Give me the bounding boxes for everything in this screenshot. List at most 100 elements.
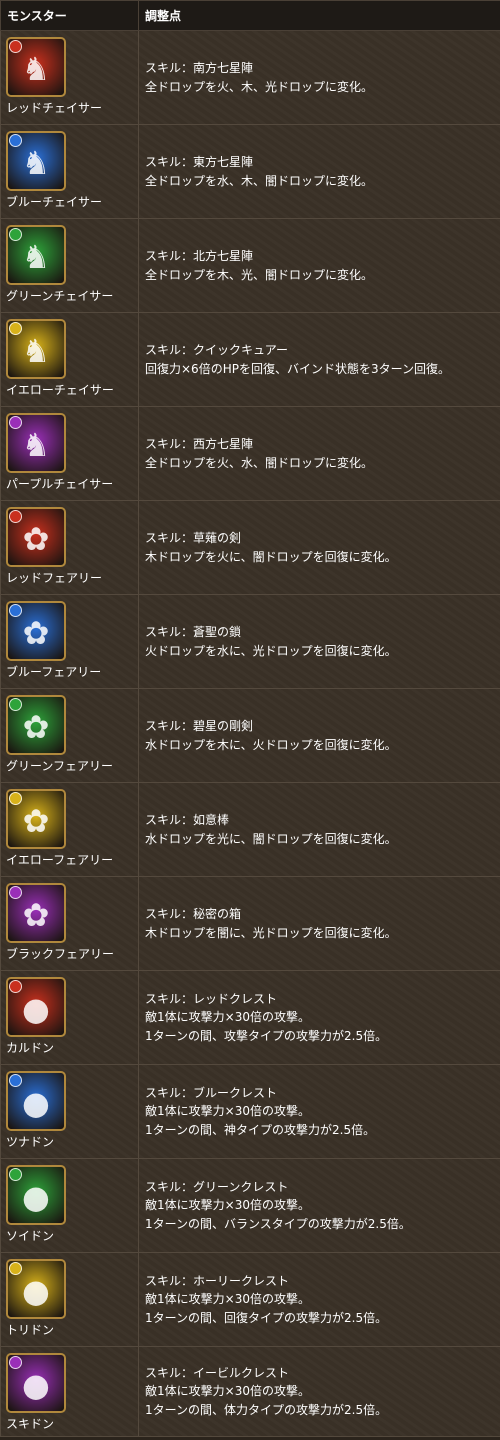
monster-cell: ♞ グリーンチェイサー xyxy=(0,218,139,313)
monster-cell: ✿ レッドフェアリー xyxy=(0,500,139,595)
purple-chaser-icon[interactable]: ♞ xyxy=(6,413,66,473)
monster-name: レッドチェイサー xyxy=(6,101,103,115)
monster-cell: ● ツナドン xyxy=(0,1064,139,1159)
monster-cell: ✿ ブルーフェアリー xyxy=(0,594,139,689)
monster-name: スキドン xyxy=(6,1417,55,1431)
monster-portrait-icon: ✿ xyxy=(22,520,50,558)
adjustment-cell: スキル：如意棒 水ドロップを光に、闇ドロップを回復に変化。 xyxy=(138,782,500,877)
table-row: ♞ イエローチェイサー スキル：クイックキュアー回復力×6倍のHPを回復、バインド状… xyxy=(0,312,500,407)
green-chaser-icon[interactable]: ♞ xyxy=(6,225,66,285)
monster-cell: ● トリドン xyxy=(0,1252,139,1347)
table-row: ● カルドン スキル：レッドクレスト敵1体に攻撃力×30倍の攻撃。 1ターンの間、攻撃… xyxy=(0,970,500,1065)
red-chaser-icon[interactable]: ♞ xyxy=(6,37,66,97)
skill-effect-line: 木ドロップを火に、闇ドロップを回復に変化。 xyxy=(145,549,397,564)
skill-name: スキル：草薙の剣 xyxy=(145,531,242,545)
skill-effect-line: 1ターンの間、バランスタイプの攻撃力が2.5倍。 xyxy=(145,1216,411,1231)
table-row: ● スキドン スキル：イービルクレスト 敵1体に攻撃力×30倍の攻撃。 1ターンの間、体… xyxy=(0,1346,500,1437)
yellow-fairy-icon[interactable]: ✿ xyxy=(6,789,66,849)
skill-effect-line: 全ドロップを木、光、闇ドロップに変化。 xyxy=(145,267,374,282)
tsunadon-icon[interactable]: ● xyxy=(6,1071,66,1131)
monster-portrait-icon: ● xyxy=(22,1272,50,1310)
adjustment-cell: スキル：蒼聖の鎖火ドロップを水に、光ドロップを回復に変化。 xyxy=(138,594,500,689)
green-fairy-icon[interactable]: ✿ xyxy=(6,695,66,755)
monster-name: ブラックフェアリー xyxy=(6,947,115,961)
monster-cell: ♞ パープルチェイサー xyxy=(0,406,139,501)
table-row: ✿ イエローフェアリー スキル：如意棒 水ドロップを光に、闇ドロップを回復に変化。 xyxy=(0,782,500,877)
monster-portrait-icon: ♞ xyxy=(21,50,51,88)
skill-name: スキル：クイックキュアー xyxy=(145,343,289,357)
adjustment-cell: スキル：ホーリークレスト 敵1体に攻撃力×30倍の攻撃。 1ターンの間、回復タイプの… xyxy=(138,1252,500,1347)
header-adjustment: 調整点 xyxy=(138,0,500,31)
skill-name: スキル：南方七星陣 xyxy=(145,61,254,75)
monster-cell: ✿ イエローフェアリー xyxy=(0,782,139,877)
monster-portrait-icon: ● xyxy=(22,1178,50,1216)
kaldon-icon[interactable]: ● xyxy=(6,977,66,1037)
soidon-icon[interactable]: ● xyxy=(6,1165,66,1225)
monster-name: イエローフェアリー xyxy=(6,853,114,867)
monster-cell: ● カルドン xyxy=(0,970,139,1065)
red-fairy-icon[interactable]: ✿ xyxy=(6,507,66,567)
table-row: ♞ ブルーチェイサー スキル：東方七星陣 全ドロップを水、木、闇ドロップに変化。 xyxy=(0,124,500,219)
monster-name: ソイドン xyxy=(6,1229,55,1243)
monster-portrait-icon: ● xyxy=(22,990,50,1028)
monster-name: トリドン xyxy=(6,1323,55,1337)
skill-effect-line: 敵1体に攻撃力×30倍の攻撃。 xyxy=(145,1104,310,1119)
table-row: ✿ ブラックフェアリー スキル：秘密の箱木ドロップを闇に、光ドロップを回復に変化。 xyxy=(0,876,500,971)
monster-name: ブルーフェアリー xyxy=(6,665,102,679)
skill-effect-line: 回復力×6倍のHPを回復、バインド状態を3ターン回復。 xyxy=(145,361,450,376)
monster-cell: ● ソイドン xyxy=(0,1158,139,1253)
monster-portrait-icon: ♞ xyxy=(21,144,51,182)
monster-name: レッドフェアリー xyxy=(6,571,103,585)
skill-effect-line: 敵1体に攻撃力×30倍の攻撃。 xyxy=(145,1292,310,1307)
skill-name: スキル：イービルクレスト xyxy=(145,1365,290,1380)
skill-name: スキル：如意棒 xyxy=(145,813,230,827)
skill-effect-line: 1ターンの間、回復タイプの攻撃力が2.5倍。 xyxy=(145,1310,388,1325)
adjustment-cell: スキル：グリーンクレスト 敵1体に攻撃力×30倍の攻撃。 1ターンの間、バランスタイ… xyxy=(138,1158,500,1253)
monster-portrait-icon: ✿ xyxy=(22,708,50,746)
skill-effect-line: 水ドロップを木に、火ドロップを回復に変化。 xyxy=(145,737,397,752)
adjustment-cell: スキル：秘密の箱木ドロップを闇に、光ドロップを回復に変化。 xyxy=(138,876,500,971)
blue-fairy-icon[interactable]: ✿ xyxy=(6,601,66,661)
table-row: ✿ グリーンフェアリー スキル：碧星の剛剣水ドロップを木に、火ドロップを回復に変化。 xyxy=(0,688,500,783)
skill-effect-line: 木ドロップを闇に、光ドロップを回復に変化。 xyxy=(145,925,397,940)
monster-cell: ♞ イエローチェイサー xyxy=(0,312,139,407)
skill-name: スキル：ブルークレスト xyxy=(145,1085,278,1100)
skill-effect-line: 1ターンの間、攻撃タイプの攻撃力が2.5倍。 xyxy=(145,1028,388,1043)
skill-name: スキル：碧星の剛剣 xyxy=(145,719,254,733)
skill-effect-line: 敵1体に攻撃力×30倍の攻撃。 xyxy=(145,1010,310,1025)
skill-effect-line: 全ドロップを火、水、闇ドロップに変化。 xyxy=(145,455,374,470)
table-row: ● ソイドン スキル：グリーンクレスト 敵1体に攻撃力×30倍の攻撃。 1ターンの間、バ… xyxy=(0,1158,500,1253)
header-monster: モンスター xyxy=(0,0,139,31)
table-row: ♞ パープルチェイサー スキル：西方七星陣全ドロップを火、水、闇ドロップに変化。 xyxy=(0,406,500,501)
skill-name: スキル：秘密の箱 xyxy=(145,907,242,921)
table-header-row: モンスター 調整点 xyxy=(0,0,500,31)
monster-cell: ♞ レッドチェイサー xyxy=(0,30,139,125)
monster-portrait-icon: ✿ xyxy=(22,614,50,652)
monster-cell: ✿ ブラックフェアリー xyxy=(0,876,139,971)
monster-portrait-icon: ✿ xyxy=(22,896,50,934)
monster-portrait-icon: ✿ xyxy=(22,802,50,840)
adjustment-cell: スキル：碧星の剛剣水ドロップを木に、火ドロップを回復に変化。 xyxy=(138,688,500,783)
skill-effect-line: 1ターンの間、神タイプの攻撃力が2.5倍。 xyxy=(145,1122,376,1137)
adjustment-cell: スキル：東方七星陣 全ドロップを水、木、闇ドロップに変化。 xyxy=(138,124,500,219)
monster-portrait-icon: ● xyxy=(22,1084,50,1122)
monster-name: カルドン xyxy=(6,1041,55,1055)
blue-chaser-icon[interactable]: ♞ xyxy=(6,131,66,191)
table-row: ♞ レッドチェイサー スキル：南方七星陣 全ドロップを火、木、光ドロップに変化。 xyxy=(0,30,500,125)
monster-name: ツナドン xyxy=(6,1135,55,1149)
sukidon-icon[interactable]: ● xyxy=(6,1353,66,1413)
monster-portrait-icon: ♞ xyxy=(21,332,51,370)
monster-name: パープルチェイサー xyxy=(6,477,114,491)
skill-effect-line: 火ドロップを水に、光ドロップを回復に変化。 xyxy=(145,643,397,658)
monster-portrait-icon: ♞ xyxy=(21,238,51,276)
toridon-icon[interactable]: ● xyxy=(6,1259,66,1319)
skill-name: スキル：蒼聖の鎖 xyxy=(145,625,242,639)
adjustment-cell: スキル：イービルクレスト 敵1体に攻撃力×30倍の攻撃。 1ターンの間、体力タイプの… xyxy=(138,1346,500,1437)
skill-name: スキル：北方七星陣 xyxy=(145,249,254,263)
monster-cell: ● スキドン xyxy=(0,1346,139,1437)
skill-name: スキル：西方七星陣 xyxy=(145,437,254,451)
monster-cell: ✿ グリーンフェアリー xyxy=(0,688,139,783)
skill-name: スキル：レッドクレスト xyxy=(145,991,278,1006)
black-fairy-icon[interactable]: ✿ xyxy=(6,883,66,943)
yellow-chaser-icon[interactable]: ♞ xyxy=(6,319,66,379)
